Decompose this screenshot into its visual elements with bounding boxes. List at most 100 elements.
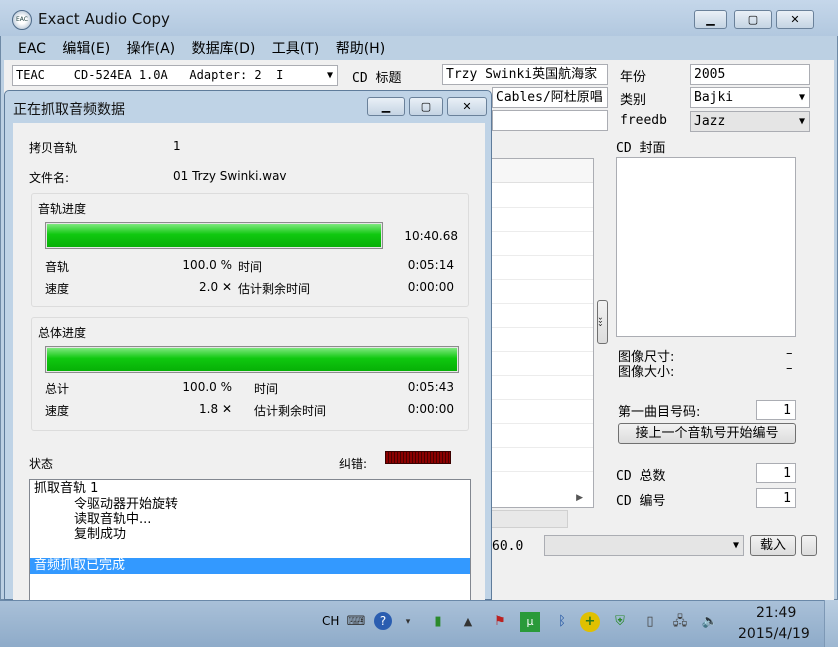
log-line: 复制成功 [74, 527, 127, 542]
total-speed-label: 速度 [45, 404, 70, 418]
partial-button[interactable] [801, 535, 817, 556]
chevron-down-icon: ▼ [798, 92, 805, 103]
copy-track-value: 1 [173, 139, 181, 153]
extraction-dialog: 正在抓取音频数据 ▁ ▢ ✕ 拷贝音轨 1 文件名: 01 Trzy Swink… [4, 90, 492, 601]
genre-select-value: Bajki [694, 90, 734, 105]
log-line: 令驱动器开始旋转 [74, 497, 179, 512]
shield-icon[interactable]: ⛨ [610, 612, 630, 632]
antivirus-icon[interactable]: + [580, 612, 600, 632]
maximize-button[interactable]: ▢ [734, 10, 772, 29]
clock-date[interactable]: 2015/4/19 [738, 626, 810, 642]
freedb-genre-select[interactable]: Jazz ▼ [690, 111, 810, 132]
drive-select-value: TEAC CD-524EA 1.0A Adapter: 2 I [16, 68, 284, 82]
freedb-label: freedb [620, 113, 667, 128]
total-label: 总计 [45, 382, 70, 396]
dialog-maximize-button[interactable]: ▢ [409, 97, 443, 116]
track-list-header [491, 159, 593, 183]
drive-select[interactable]: TEAC CD-524EA 1.0A Adapter: 2 I ▼ [12, 65, 338, 86]
track-progress-bar [45, 222, 383, 249]
usb-device-icon[interactable]: ▮ [428, 612, 448, 632]
total-speed-value: 1.8 ✕ [199, 402, 232, 416]
log-line: 抓取音轨 1 [34, 481, 99, 496]
input-language[interactable]: CH [322, 614, 339, 628]
battery-icon[interactable]: ▯ [640, 612, 660, 632]
track-list[interactable]: ▶ [490, 158, 594, 508]
error-correction-label: 纠错: [339, 457, 368, 471]
profile-select[interactable]: ▼ [544, 535, 744, 556]
track-label: 音轨 [45, 260, 70, 274]
total-remaining-value: 0:00:00 [407, 402, 454, 416]
total-progress-group: 总体进度 总计 100.0 % 时间 0:05:43 速度 1.8 ✕ 估计剩余… [31, 317, 469, 431]
first-track-input[interactable]: 1 [756, 400, 796, 420]
ime-options-icon[interactable]: ▾ [398, 612, 418, 632]
dialog-title: 正在抓取音频数据 [13, 102, 125, 118]
show-hidden-icons-icon[interactable]: ▲ [458, 612, 478, 632]
freedb-genre-value: Jazz [694, 114, 726, 129]
log-line-selected[interactable]: 音频抓取已完成 [30, 558, 470, 574]
close-button[interactable]: ✕ [776, 10, 814, 29]
window-title: Exact Audio Copy [38, 10, 170, 28]
cd-number-input[interactable]: 1 [756, 488, 796, 508]
total-remaining-label: 估计剩余时间 [254, 404, 327, 418]
year-input[interactable]: 2005 [690, 64, 810, 85]
eac-app-icon: EAC [12, 10, 32, 30]
total-progress-title: 总体进度 [38, 326, 87, 340]
status-log[interactable]: 抓取音轨 1 令驱动器开始旋转 读取音轨中... 复制成功 音频抓取已完成 [29, 479, 471, 601]
error-correction-meter [385, 451, 451, 464]
genre-select[interactable]: Bajki ▼ [690, 87, 810, 108]
log-line: 读取音轨中... [74, 512, 152, 527]
menu-bar: EAC 编辑(E) 操作(A) 数据库(D) 工具(T) 帮助(H) [18, 38, 397, 58]
menu-eac[interactable]: EAC [18, 41, 46, 57]
track-progress-title: 音轨进度 [38, 202, 87, 216]
cd-comment-input[interactable] [492, 110, 608, 131]
menu-edit[interactable]: 编辑(E) [62, 41, 110, 57]
cd-artist-input[interactable]: Cables/阿杜原唱 [492, 87, 608, 108]
menu-database[interactable]: 数据库(D) [192, 41, 256, 57]
chevron-down-icon: ▼ [798, 116, 805, 127]
menu-action[interactable]: 操作(A) [127, 41, 176, 57]
image-bytes-value: – [786, 361, 793, 376]
cd-total-input[interactable]: 1 [756, 463, 796, 483]
load-button[interactable]: 载入 [750, 535, 796, 556]
minimize-button[interactable]: ▁ [694, 10, 727, 29]
track-remaining-value: 0:00:00 [407, 280, 454, 294]
continue-numbering-button[interactable]: 接上一个音轨号开始编号 [618, 423, 796, 444]
menu-tools[interactable]: 工具(T) [272, 41, 319, 57]
dialog-close-button[interactable]: ✕ [447, 97, 487, 116]
dialog-minimize-button[interactable]: ▁ [367, 97, 405, 116]
scroll-right-icon[interactable]: ▶ [576, 493, 583, 503]
track-time-label: 时间 [238, 260, 263, 274]
horizontal-scrollbar[interactable] [490, 510, 568, 528]
total-time-value: 0:05:43 [407, 380, 454, 394]
filename-value: 01 Trzy Swinki.wav [173, 169, 287, 183]
track-speed-value: 2.0 ✕ [199, 280, 232, 294]
cd-title-input[interactable]: Trzy Swinki英国航海家 [442, 64, 608, 85]
network-icon[interactable]: 🖧 [670, 612, 690, 632]
total-progress-bar [45, 346, 459, 373]
track-progress-fill [47, 224, 381, 247]
keyboard-icon[interactable]: ⌨ [346, 612, 366, 632]
cd-cover-label: CD 封面 [616, 141, 666, 156]
security-flag-icon[interactable]: ⚑ [490, 612, 510, 632]
cd-number-label: CD 编号 [616, 494, 666, 509]
volume-icon[interactable]: 🔈 [700, 612, 720, 632]
year-label: 年份 [620, 70, 647, 85]
cd-cover-image[interactable] [616, 157, 796, 337]
track-speed-label: 速度 [45, 282, 70, 296]
image-bytes-label: 图像大小: [618, 365, 675, 380]
bluetooth-icon[interactable]: ᛒ [552, 612, 572, 632]
track-elapsed: 10:40.68 [404, 229, 458, 243]
utorrent-icon[interactable]: µ [520, 612, 540, 632]
clock-time[interactable]: 21:49 [756, 605, 796, 621]
menu-help[interactable]: 帮助(H) [336, 41, 385, 57]
cd-total-label: CD 总数 [616, 469, 666, 484]
chevron-down-icon: ▼ [326, 70, 333, 81]
image-size-value: – [786, 346, 793, 361]
copy-track-label: 拷贝音轨 [29, 141, 78, 155]
chevron-down-icon: ▼ [732, 540, 739, 551]
time-fragment: 60.0 [492, 539, 524, 554]
show-desktop-button[interactable] [824, 600, 838, 647]
filename-label: 文件名: [29, 171, 70, 185]
expand-panel-button[interactable]: ››› [596, 300, 608, 344]
help-icon[interactable]: ? [374, 612, 392, 630]
